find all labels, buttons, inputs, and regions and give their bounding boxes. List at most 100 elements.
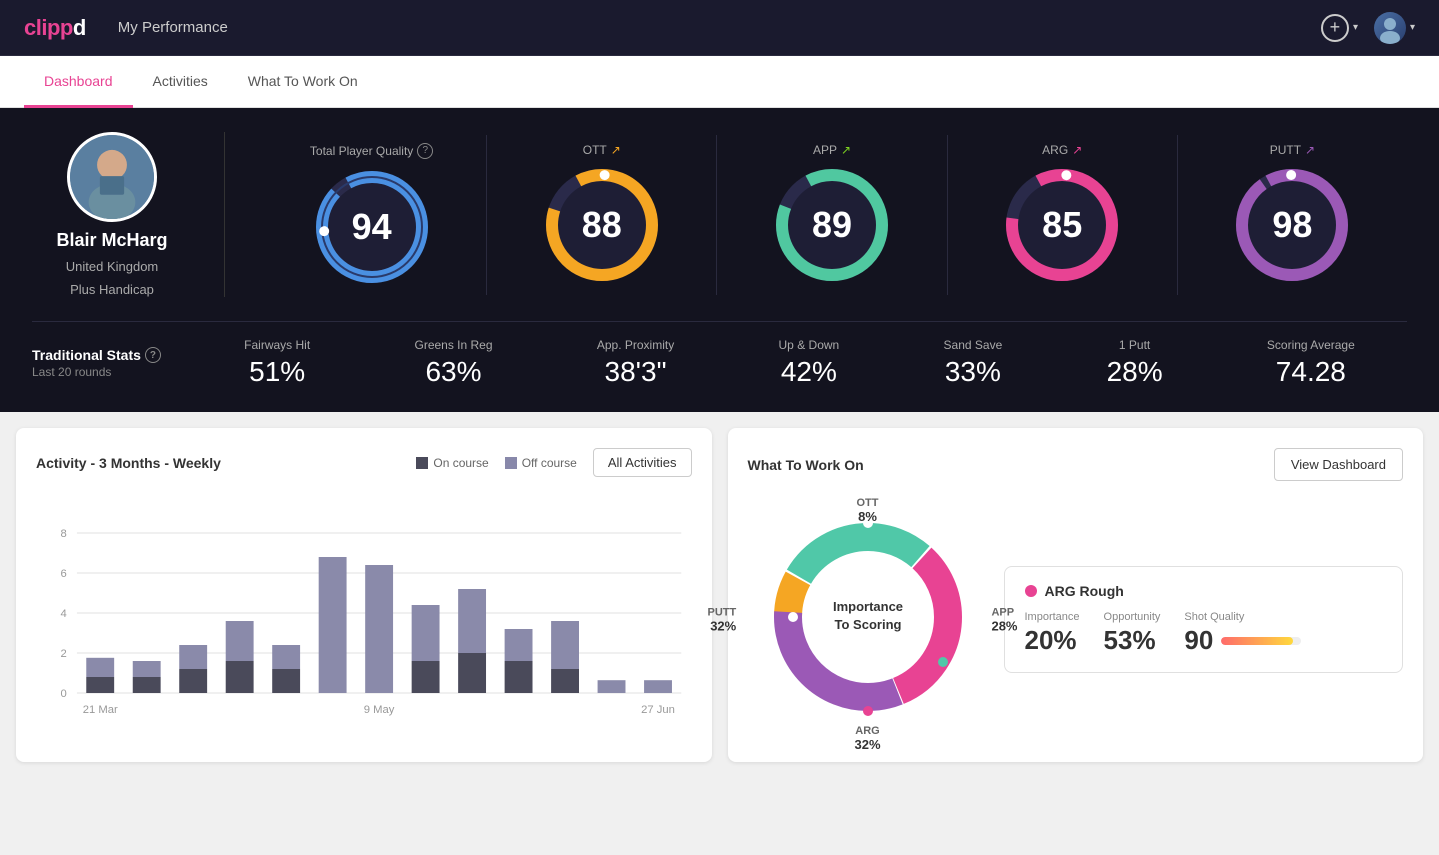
hero-section: Blair McHarg United Kingdom Plus Handica… — [0, 108, 1439, 412]
arrow-up-icon: ↗ — [841, 143, 851, 157]
bar-on-course — [133, 677, 161, 693]
shot-quality-bar: 90 — [1184, 625, 1301, 656]
traditional-stats: Traditional Stats ? Last 20 rounds Fairw… — [32, 321, 1407, 388]
score-card-arg: ARG ↗ 85 — [948, 135, 1178, 295]
stat-item: 1 Putt 28% — [1107, 338, 1163, 388]
chevron-down-icon: ▾ — [1353, 22, 1358, 33]
work-on-donut-wrapper: Importance To Scoring OTT 8% APP 28% ARG… — [748, 497, 988, 742]
avatar-button[interactable]: ▾ — [1374, 12, 1415, 44]
bar-off-course — [319, 557, 347, 693]
svg-text:2: 2 — [60, 648, 66, 660]
opportunity-metric: Opportunity 53% — [1104, 611, 1161, 656]
stat-name: Sand Save — [944, 338, 1003, 352]
arg-value: 85 — [1042, 204, 1082, 246]
svg-text:8: 8 — [60, 528, 66, 540]
app-donut: 89 — [772, 165, 892, 285]
stat-item: Greens In Reg 63% — [414, 338, 492, 388]
chart-legend: On course Off course — [416, 456, 577, 470]
tab-activities[interactable]: Activities — [133, 57, 228, 108]
stat-value: 28% — [1107, 356, 1163, 388]
info-dot — [1025, 585, 1037, 597]
header-title: My Performance — [118, 19, 1321, 36]
info-card-header: ARG Rough — [1025, 583, 1383, 599]
putt-label: PUTT ↗ — [1270, 143, 1315, 157]
stat-value: 33% — [945, 356, 1001, 388]
nav-tabs: Dashboard Activities What To Work On — [0, 56, 1439, 108]
stat-value: 38'3" — [605, 356, 667, 388]
add-button[interactable]: + ▾ — [1321, 14, 1358, 42]
svg-text:4: 4 — [60, 608, 66, 620]
importance-metric: Importance 20% — [1025, 611, 1080, 656]
ott-segment-label: OTT 8% — [857, 497, 879, 524]
stat-value: 63% — [425, 356, 481, 388]
bar-off-course — [458, 589, 486, 653]
score-card-putt: PUTT ↗ 98 — [1178, 135, 1407, 295]
bar-off-course — [365, 565, 393, 693]
bar-on-course — [551, 669, 579, 693]
chart-card-header: Activity - 3 Months - Weekly On course O… — [36, 448, 692, 477]
stat-item: Fairways Hit 51% — [244, 338, 310, 388]
tpq-value: 94 — [352, 206, 392, 248]
app-header: clippd My Performance + ▾ ▾ — [0, 0, 1439, 56]
activity-chart-card: Activity - 3 Months - Weekly On course O… — [16, 428, 712, 762]
putt-segment-label: PUTT 32% — [708, 606, 737, 633]
ott-label: OTT ↗ — [583, 143, 621, 157]
work-on-header: What To Work On View Dashboard — [748, 448, 1404, 481]
scores-section: Total Player Quality ? 94 OTT — [257, 135, 1407, 295]
legend-off-course: Off course — [505, 456, 577, 470]
legend-on-course: On course — [416, 456, 488, 470]
stat-item: Scoring Average 74.28 — [1267, 338, 1355, 388]
shot-quality-metric: Shot Quality 90 — [1184, 611, 1301, 656]
all-activities-button[interactable]: All Activities — [593, 448, 692, 477]
svg-text:6: 6 — [60, 568, 66, 580]
bar-off-course — [226, 621, 254, 661]
svg-text:0: 0 — [60, 688, 66, 700]
stat-item: Sand Save 33% — [944, 338, 1003, 388]
player-country: United Kingdom — [66, 259, 159, 274]
chart-title: Activity - 3 Months - Weekly — [36, 455, 221, 471]
putt-value: 98 — [1272, 204, 1312, 246]
bar-off-course — [505, 629, 533, 661]
stats-subtitle: Last 20 rounds — [32, 365, 192, 379]
logo: clippd — [24, 15, 86, 41]
player-avatar — [67, 132, 157, 222]
stat-name: Fairways Hit — [244, 338, 310, 352]
header-actions: + ▾ ▾ — [1321, 12, 1415, 44]
add-icon: + — [1321, 14, 1349, 42]
tpq-label: Total Player Quality ? — [310, 143, 433, 159]
app-value: 89 — [812, 204, 852, 246]
ott-value: 88 — [582, 204, 622, 246]
player-info: Blair McHarg United Kingdom Plus Handica… — [32, 132, 192, 297]
stat-name: Up & Down — [779, 338, 840, 352]
tpq-donut: 94 — [312, 167, 432, 287]
arg-donut: 85 — [1002, 165, 1122, 285]
app-label: APP ↗ — [813, 143, 851, 157]
stat-value: 51% — [249, 356, 305, 388]
stat-item: Up & Down 42% — [779, 338, 840, 388]
help-icon[interactable]: ? — [417, 143, 433, 159]
stat-item: App. Proximity 38'3" — [597, 338, 674, 388]
help-icon[interactable]: ? — [145, 347, 161, 363]
bar-chart-svg: 0 2 4 6 8 21 Mar9 May27 Jun — [36, 493, 692, 733]
view-dashboard-button[interactable]: View Dashboard — [1274, 448, 1403, 481]
bar-off-course — [86, 658, 114, 677]
score-card-app: APP ↗ 89 — [717, 135, 947, 295]
bar-on-course — [458, 653, 486, 693]
bar-on-course — [412, 661, 440, 693]
shot-quality-fill — [1221, 637, 1293, 645]
vertical-divider — [224, 132, 225, 297]
tab-what-to-work-on[interactable]: What To Work On — [228, 57, 378, 108]
player-name: Blair McHarg — [56, 230, 167, 251]
arg-label: ARG ↗ — [1042, 143, 1082, 157]
stat-value: 42% — [781, 356, 837, 388]
bar-on-course — [272, 669, 300, 693]
work-on-title: What To Work On — [748, 457, 864, 473]
bar-off-course — [179, 645, 207, 669]
score-card-tpq: Total Player Quality ? 94 — [257, 135, 487, 295]
stat-value: 74.28 — [1276, 356, 1346, 388]
arrow-up-icon: ↗ — [1305, 143, 1315, 157]
svg-text:Importance: Importance — [832, 599, 902, 614]
bottom-section: Activity - 3 Months - Weekly On course O… — [0, 412, 1439, 778]
tab-dashboard[interactable]: Dashboard — [24, 57, 133, 108]
bar-on-course — [505, 661, 533, 693]
